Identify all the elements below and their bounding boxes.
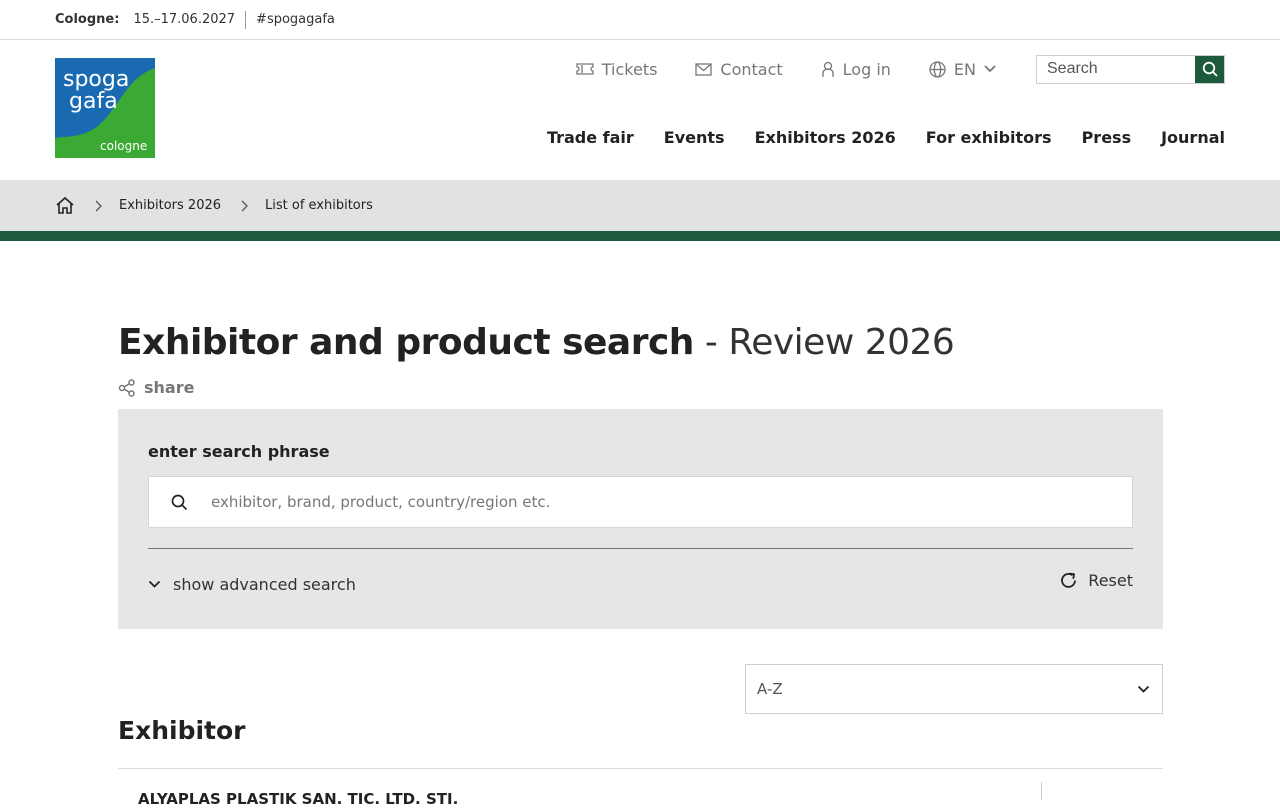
spogagafa-logo[interactable]: spoga gafa cologne [55,58,155,158]
logo-text-sub: cologne [100,139,147,153]
share-label: share [144,378,195,397]
user-icon [822,61,834,77]
list-divider [118,768,1163,769]
advanced-search-label: show advanced search [173,575,356,594]
nav-for-exhibitors[interactable]: For exhibitors [926,128,1052,147]
breadcrumb: Exhibitors 2026 List of exhibitors [0,180,1280,231]
breadcrumb-item-exhibitors[interactable]: Exhibitors 2026 [119,198,221,213]
search-icon [1202,61,1218,77]
home-icon [56,196,74,214]
nav-trade-fair[interactable]: Trade fair [547,128,634,147]
contact-link[interactable]: Contact [695,59,783,79]
search-phrase-field [148,476,1133,528]
reset-icon [1061,572,1077,588]
nav-exhibitors-2026[interactable]: Exhibitors 2026 [755,128,896,147]
breadcrumb-item-list[interactable]: List of exhibitors [265,198,373,213]
exhibitor-list-item[interactable]: ALYAPLAS PLASTIK SAN. TIC. LTD. STI. [138,790,458,808]
nav-journal[interactable]: Journal [1161,128,1225,147]
reset-button[interactable]: Reset [1059,571,1133,590]
ticket-icon [576,63,594,75]
search-panel: enter search phrase show advanced search… [118,409,1163,629]
nav-events[interactable]: Events [664,128,725,147]
chevron-down-icon [984,65,996,73]
header-search [1036,54,1225,84]
nav-press[interactable]: Press [1082,128,1132,147]
sort-selected-value: A-Z [757,680,783,698]
chevron-right-icon [95,200,102,212]
results-section-title: Exhibitor [118,716,246,745]
page-title-main: Exhibitor and product search [118,322,694,363]
main-nav: Trade fair Events Exhibitors 2026 For ex… [547,128,1225,147]
panel-divider [148,548,1133,549]
separator [245,10,247,29]
chevron-down-icon [1137,685,1150,693]
row-divider [1041,782,1042,800]
login-label: Log in [842,59,891,79]
event-info-bar: Cologne: 15.–17.06.2027 #spogagafa [0,0,1280,40]
sort-select[interactable]: A-Z [745,664,1163,714]
header-search-input[interactable] [1037,55,1195,83]
logo-text-line2: gafa [69,89,118,114]
envelope-icon [695,62,713,76]
tickets-label: Tickets [601,59,658,79]
search-phrase-label: enter search phrase [148,442,330,461]
accent-bar [0,231,1280,241]
page-title: Exhibitor and product search - Review 20… [118,322,955,363]
chevron-down-icon [148,580,161,588]
advanced-search-toggle[interactable]: show advanced search [148,575,356,594]
contact-label: Contact [720,59,783,79]
share-button[interactable]: share [118,378,194,397]
page-title-suffix: - Review 2026 [693,322,955,363]
city-label: Cologne: [55,12,120,27]
share-icon [118,378,135,397]
reset-label: Reset [1088,571,1133,590]
login-link[interactable]: Log in [821,60,891,79]
event-dates: 15.–17.06.2027 [133,12,236,27]
tickets-link[interactable]: Tickets [576,59,658,79]
search-phrase-input[interactable] [209,477,1132,527]
globe-icon [929,60,946,78]
utility-nav: Tickets Contact Log in EN [576,54,1225,84]
breadcrumb-home[interactable] [55,196,75,215]
chevron-right-icon [241,200,248,212]
language-selector[interactable]: EN [929,60,996,79]
language-label: EN [953,59,976,79]
logo-graphic: spoga gafa cologne [55,58,155,158]
header-search-button[interactable] [1195,55,1224,83]
hashtag-link[interactable]: #spogagafa [256,12,335,27]
search-icon [149,494,209,511]
